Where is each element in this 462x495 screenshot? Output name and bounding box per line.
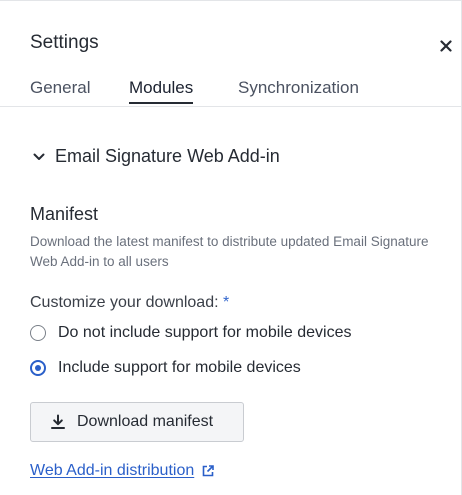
section-title: Email Signature Web Add-in: [55, 146, 280, 166]
web-addin-distribution-link[interactable]: Web Add-in distribution: [30, 462, 214, 480]
tab-general-label: General: [30, 78, 91, 97]
external-link-icon: [201, 465, 214, 478]
tab-modules-label: Modules: [129, 77, 194, 104]
option-mobile-label: Include support for mobile devices: [58, 359, 301, 376]
tab-synchronization-label: Synchronization: [238, 78, 359, 97]
close-button[interactable]: [437, 36, 455, 56]
option-no-mobile[interactable]: Do not include support for mobile device…: [30, 324, 352, 342]
customize-label: Customize your download:: [30, 294, 219, 311]
radio-no-mobile[interactable]: [30, 325, 46, 341]
tabs-divider: [0, 106, 461, 107]
required-marker: *: [223, 294, 230, 311]
web-addin-distribution-text: Web Add-in distribution: [30, 462, 195, 479]
customize-label-row: Customize your download: *: [30, 294, 229, 312]
panel-title: Settings: [30, 32, 99, 53]
close-icon: [440, 40, 452, 52]
manifest-heading: Manifest: [30, 204, 99, 224]
radio-mobile[interactable]: [30, 360, 46, 376]
tab-synchronization[interactable]: Synchronization: [238, 77, 368, 107]
option-mobile[interactable]: Include support for mobile devices: [30, 359, 301, 377]
chevron-down-icon: [30, 148, 48, 166]
panel-top-border: [0, 0, 462, 1]
section-toggle[interactable]: Email Signature Web Add-in: [30, 146, 280, 167]
manifest-description: Download the latest manifest to distribu…: [30, 234, 429, 269]
tab-general[interactable]: General: [30, 77, 129, 107]
option-no-mobile-label: Do not include support for mobile device…: [58, 324, 352, 341]
tab-bar: General Modules Synchronization: [30, 77, 368, 107]
download-icon: [49, 413, 67, 431]
tab-modules[interactable]: Modules: [129, 77, 238, 107]
download-manifest-button[interactable]: Download manifest: [30, 402, 244, 442]
download-manifest-label: Download manifest: [77, 413, 214, 430]
